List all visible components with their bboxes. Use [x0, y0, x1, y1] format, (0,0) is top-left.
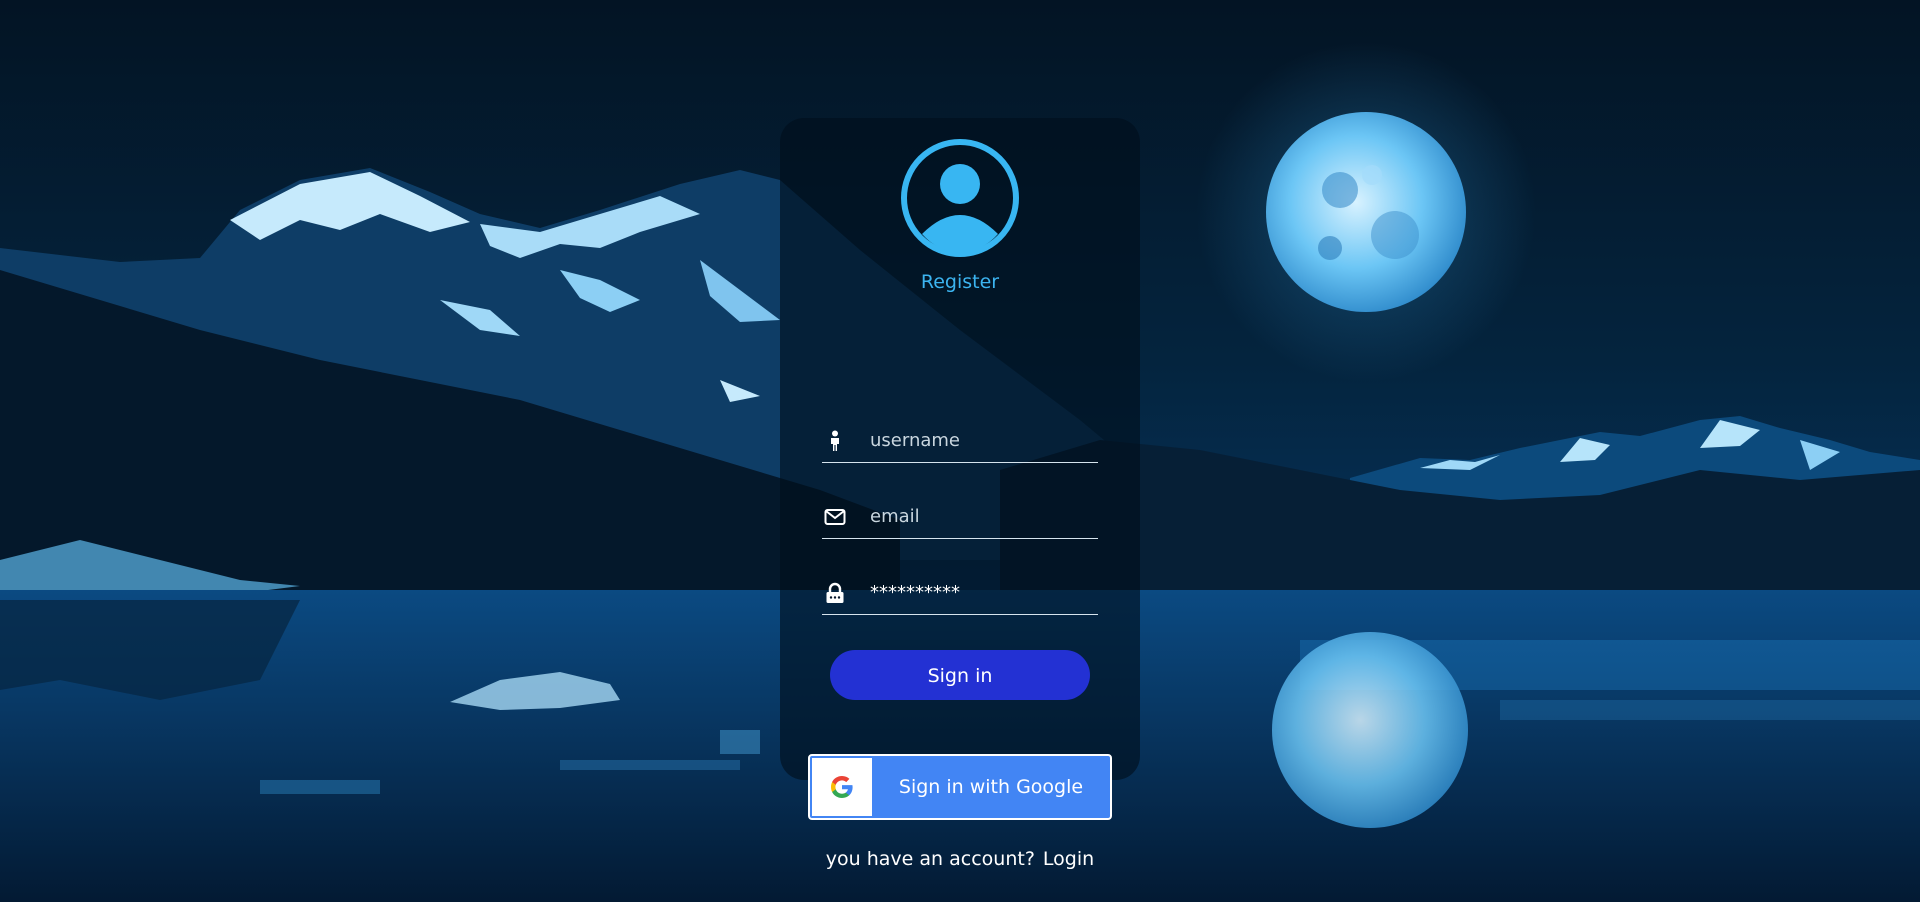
- login-link[interactable]: Login: [1043, 848, 1094, 870]
- google-logo-box: [812, 758, 872, 816]
- moon: [1266, 112, 1466, 312]
- sign-in-button[interactable]: Sign in: [830, 650, 1090, 700]
- user-circle-icon: [900, 138, 1020, 258]
- envelope-icon: [824, 506, 846, 528]
- password-field: [822, 572, 1098, 615]
- google-sign-in-label: Sign in with Google: [898, 776, 1084, 798]
- footer-text: you have an account?: [825, 848, 1035, 870]
- google-sign-in-button[interactable]: Sign in with Google: [808, 754, 1112, 820]
- email-input[interactable]: [870, 502, 1090, 530]
- person-icon: [824, 430, 846, 452]
- lock-icon: [824, 582, 846, 604]
- google-g-icon: [831, 776, 853, 798]
- email-field: [822, 496, 1098, 539]
- form-title: Register: [920, 271, 1000, 293]
- account-footer: you have an account? Login: [780, 848, 1140, 870]
- register-card: Register username email ********** Sign …: [780, 118, 1140, 870]
- password-input[interactable]: [870, 578, 1090, 606]
- moon-reflection: [1272, 632, 1468, 828]
- username-field: [822, 420, 1098, 463]
- username-input[interactable]: [870, 426, 1090, 454]
